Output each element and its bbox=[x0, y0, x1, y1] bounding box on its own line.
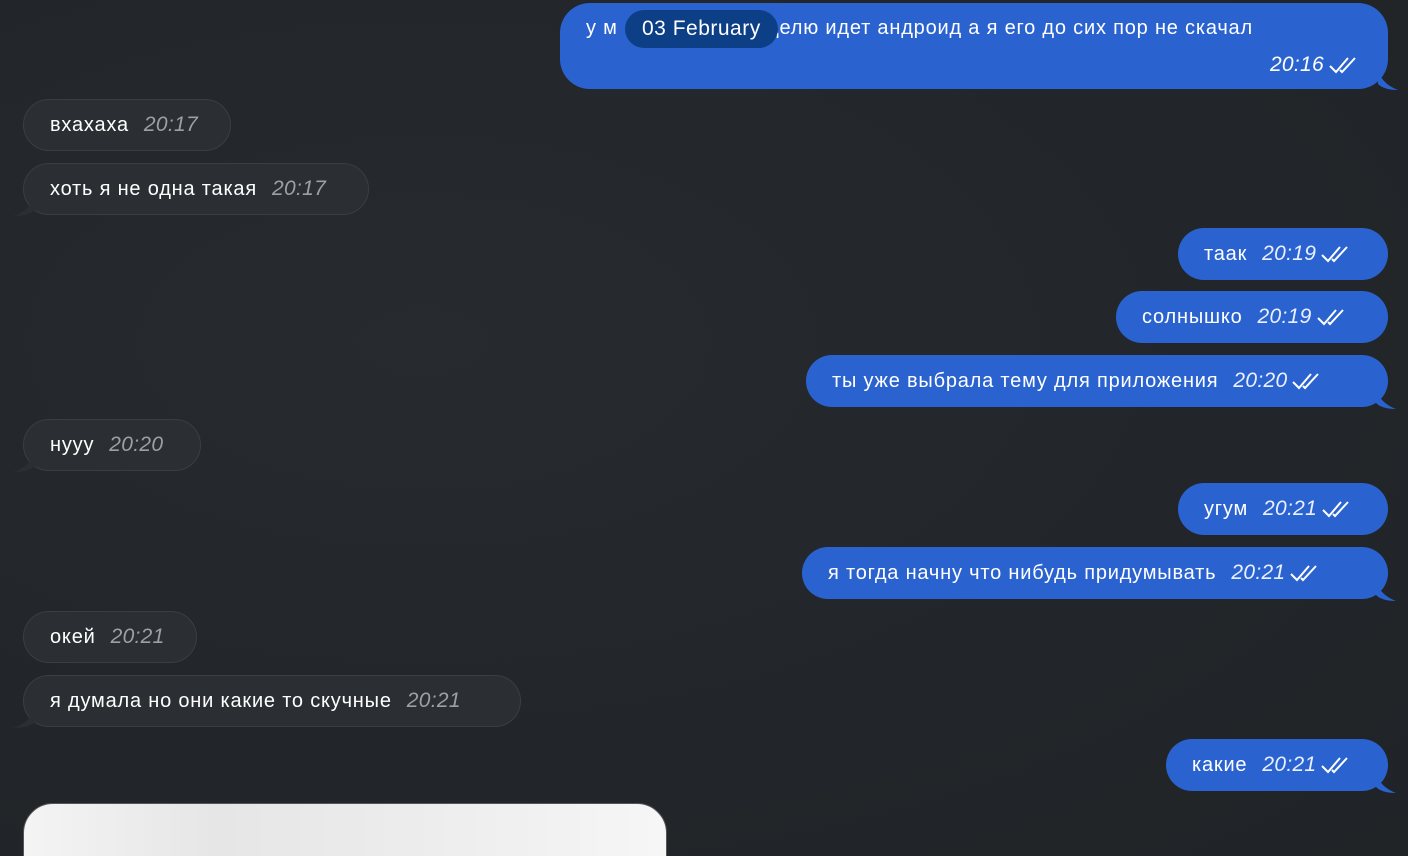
message-time: 20:21 bbox=[1231, 561, 1286, 584]
outgoing-message[interactable]: угум 20:21 bbox=[1178, 483, 1388, 535]
outgoing-message[interactable]: я тогда начну что нибудь придумывать 20:… bbox=[802, 547, 1388, 599]
incoming-message[interactable]: хоть я не одна такая 20:17 bbox=[23, 163, 369, 215]
message-text: окей bbox=[50, 625, 96, 648]
message-time: 20:19 bbox=[1257, 305, 1312, 328]
message-text: нууу bbox=[50, 433, 95, 456]
message-time: 20:17 bbox=[272, 177, 327, 200]
message-time: 20:20 bbox=[1233, 369, 1288, 392]
bubble-tail bbox=[1378, 70, 1398, 90]
incoming-message[interactable]: я думала но они какие то скучные 20:21 bbox=[23, 675, 521, 727]
double-check-icon bbox=[1292, 373, 1320, 390]
message-time: 20:21 bbox=[406, 689, 461, 712]
outgoing-message[interactable]: ты уже выбрала тему для приложения 20:20 bbox=[806, 355, 1388, 407]
double-check-icon bbox=[1321, 246, 1348, 263]
double-check-icon bbox=[1321, 757, 1349, 774]
message-text: хоть я не одна такая bbox=[50, 177, 257, 200]
message-time: 20:20 bbox=[109, 433, 164, 456]
outgoing-message[interactable]: солнышко 20:19 bbox=[1116, 291, 1388, 343]
message-time: 20:21 bbox=[1262, 753, 1317, 776]
incoming-message[interactable]: нууу 20:20 bbox=[23, 419, 201, 471]
outgoing-message[interactable]: таак 20:19 bbox=[1178, 228, 1388, 280]
double-check-icon bbox=[1329, 57, 1356, 74]
message-time: 20:21 bbox=[1263, 497, 1318, 520]
double-check-icon bbox=[1290, 565, 1318, 582]
message-time: 20:16 bbox=[1269, 53, 1324, 76]
message-time: 20:19 bbox=[1262, 242, 1317, 265]
date-separator: 03 February bbox=[625, 10, 778, 48]
message-text: солнышко bbox=[1142, 305, 1243, 328]
incoming-message[interactable]: вхахаха 20:17 bbox=[23, 99, 231, 151]
message-text: я думала но они какие то скучные bbox=[50, 689, 392, 712]
bubble-tail bbox=[13, 708, 35, 728]
message-text: я тогда начну что нибудь придумывать bbox=[828, 561, 1217, 584]
media-message-preview[interactable] bbox=[23, 803, 667, 856]
message-text: вхахаха bbox=[50, 113, 129, 136]
bubble-tail bbox=[1376, 581, 1396, 601]
bubble-tail bbox=[13, 452, 35, 472]
message-time: 20:21 bbox=[110, 625, 165, 648]
message-text: какие bbox=[1192, 753, 1248, 776]
double-check-icon bbox=[1322, 501, 1349, 518]
bubble-tail bbox=[13, 196, 35, 216]
incoming-message[interactable]: окей 20:21 bbox=[23, 611, 197, 663]
chat-history[interactable]: у м неделю идет андроид а я его до сих по… bbox=[0, 0, 1408, 856]
message-time: 20:17 bbox=[143, 113, 198, 136]
outgoing-message[interactable]: какие 20:21 bbox=[1166, 739, 1388, 791]
message-text: таак bbox=[1204, 242, 1248, 265]
bubble-tail bbox=[1376, 389, 1396, 409]
message-text: угум bbox=[1204, 497, 1249, 520]
message-text: ты уже выбрала тему для приложения bbox=[832, 369, 1219, 392]
double-check-icon bbox=[1316, 309, 1344, 326]
bubble-tail bbox=[1376, 773, 1396, 793]
